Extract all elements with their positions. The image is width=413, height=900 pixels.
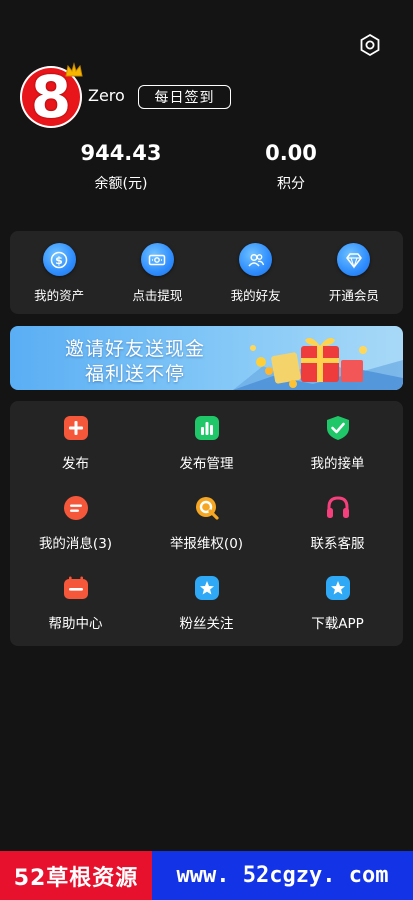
quick-item-label: 我的好友 [230, 288, 281, 303]
download-star-icon [325, 575, 351, 601]
friends-icon [239, 243, 273, 276]
menu-item-label: 举报维权(0) [169, 536, 244, 552]
message-icon [63, 495, 89, 521]
menu-item-messages[interactable]: 我的消息(3) [10, 481, 141, 561]
footer-site-url: www. 52cgzy. com [152, 851, 413, 900]
footer-watermark-bar: 52草根资源 www. 52cgzy. com [0, 851, 413, 900]
headset-icon [325, 495, 351, 521]
menu-item-fans[interactable]: 粉丝关注 [141, 561, 272, 641]
crown-icon [65, 62, 83, 77]
menu-item-report[interactable]: 举报维权(0) [141, 481, 272, 561]
settings-gear-icon [360, 33, 380, 57]
daily-checkin-button[interactable]: 每日签到 [138, 85, 231, 109]
diamond-icon [337, 243, 371, 276]
star-fan-icon [194, 575, 220, 601]
quick-item-label: 点击提现 [132, 288, 183, 303]
menu-item-customer-service[interactable]: 联系客服 [272, 481, 403, 561]
menu-item-publish-manage[interactable]: 发布管理 [141, 401, 272, 481]
menu-item-my-orders[interactable]: 我的接单 [272, 401, 403, 481]
menu-item-download-app[interactable]: 下载APP [272, 561, 403, 641]
menu-card: 发布 发布管理 我的接单 我的消息(3) 举报维权(0) 联系客服 帮助中心 粉… [10, 401, 403, 646]
quick-item-membership[interactable]: 开通会员 [305, 231, 403, 314]
menu-item-publish[interactable]: 发布 [10, 401, 141, 481]
balance-value: 944.43 [80, 141, 162, 165]
username: Zero [88, 86, 125, 105]
menu-item-label: 我的接单 [310, 456, 365, 472]
menu-item-label: 下载APP [311, 616, 364, 632]
quick-item-label: 我的资产 [34, 288, 85, 303]
menu-item-label: 帮助中心 [48, 616, 103, 632]
cash-bill-icon [140, 243, 174, 276]
points-value: 0.00 [265, 141, 317, 165]
balance-label: 余额(元) [94, 176, 148, 192]
settings-button[interactable] [357, 32, 383, 58]
menu-item-label: 粉丝关注 [179, 616, 234, 632]
footer-site-name: 52草根资源 [0, 851, 152, 900]
menu-item-label: 发布 [62, 456, 89, 472]
invite-banner[interactable]: 邀请好友送现金 福利送不停 [10, 326, 403, 390]
quick-item-label: 开通会员 [328, 288, 379, 303]
menu-item-label: 我的消息(3) [38, 536, 113, 552]
points-label: 积分 [277, 176, 305, 192]
dollar-coin-icon: $ [42, 243, 76, 276]
plus-icon [63, 415, 89, 441]
quick-item-withdraw[interactable]: 点击提现 [108, 231, 206, 314]
shield-check-icon [325, 415, 351, 441]
bar-chart-icon [194, 415, 220, 441]
points-stat[interactable]: 0.00 积分 [231, 141, 351, 193]
banner-subtitle: 福利送不停 [84, 363, 185, 385]
quick-item-assets[interactable]: $ 我的资产 [10, 231, 108, 314]
balance-stat[interactable]: 944.43 余额(元) [61, 141, 181, 193]
gift-box-illustration [233, 338, 403, 390]
calendar-help-icon [63, 575, 89, 601]
svg-text:$: $ [55, 254, 63, 267]
banner-title: 邀请好友送现金 [64, 338, 205, 360]
search-report-icon [194, 495, 220, 521]
menu-item-help-center[interactable]: 帮助中心 [10, 561, 141, 641]
menu-item-label: 联系客服 [310, 536, 365, 552]
quick-item-friends[interactable]: 我的好友 [207, 231, 305, 314]
menu-item-label: 发布管理 [179, 456, 234, 472]
quick-actions-card: $ 我的资产 点击提现 我的好友 开通会员 [10, 231, 403, 314]
